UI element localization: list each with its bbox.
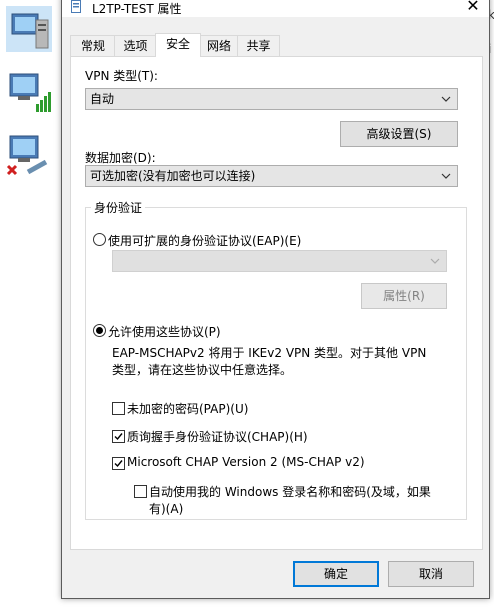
eap-properties-button[interactable]: 属性(R) xyxy=(361,283,447,309)
protocols-radio-label[interactable]: 允许使用这些协议(P) xyxy=(108,323,221,340)
eap-method-select[interactable] xyxy=(112,250,447,272)
mschapv2-checkbox-label[interactable]: Microsoft CHAP Version 2 (MS-CHAP v2) xyxy=(127,455,365,469)
chevron-down-icon xyxy=(430,258,440,264)
properties-dialog: L2TP-TEST 属性 ✕ 常规 选项 安全 网络 共享 VPN 类型(T):… xyxy=(61,0,490,599)
checkmark-icon xyxy=(114,433,123,441)
chap-checkbox[interactable] xyxy=(112,430,125,443)
title-bar[interactable]: L2TP-TEST 属性 ✕ xyxy=(62,0,489,17)
cancel-button[interactable]: 取消 xyxy=(388,561,474,587)
vpn-type-value: 自动 xyxy=(90,92,115,106)
auto-windows-logon-label[interactable]: 自动使用我的 Windows 登录名称和密码(及域，如果 xyxy=(149,483,431,500)
pap-checkbox-label[interactable]: 未加密的密码(PAP)(U) xyxy=(127,400,248,417)
security-panel: VPN 类型(T): 自动 高级设置(S) 数据加密(D): 可选加密(没有加密… xyxy=(70,56,483,550)
advanced-settings-button[interactable]: 高级设置(S) xyxy=(340,121,458,147)
protocols-radio[interactable] xyxy=(93,324,106,337)
close-icon: ✕ xyxy=(466,0,480,15)
encryption-value: 可选加密(没有加密也可以连接) xyxy=(90,169,256,183)
chevron-down-icon xyxy=(441,96,451,102)
authentication-group-label: 身份验证 xyxy=(91,199,146,216)
explorer-background xyxy=(0,0,62,609)
eap-radio-label[interactable]: 使用可扩展的身份验证协议(EAP)(E) xyxy=(108,232,301,249)
chevron-down-icon xyxy=(441,173,451,179)
protocols-note: EAP-MSCHAPv2 将用于 IKEv2 VPN 类型。对于其他 VPN xyxy=(112,346,427,360)
tab-options[interactable]: 选项 xyxy=(114,35,157,56)
tab-sharing[interactable]: 共享 xyxy=(237,35,280,56)
vpn-type-label: VPN 类型(T): xyxy=(85,69,158,83)
disconnected-connection-icon[interactable] xyxy=(6,132,52,178)
eap-radio[interactable] xyxy=(93,233,106,246)
close-button[interactable]: ✕ xyxy=(463,0,483,15)
vpn-type-select[interactable]: 自动 xyxy=(85,88,458,110)
encryption-label: 数据加密(D): xyxy=(85,151,156,165)
tab-security[interactable]: 安全 xyxy=(155,33,201,57)
window-title: L2TP-TEST 属性 xyxy=(92,2,182,16)
computer-network-icon[interactable] xyxy=(6,6,52,52)
connection-icon[interactable] xyxy=(6,70,52,116)
tab-general[interactable]: 常规 xyxy=(70,35,116,56)
checkmark-icon xyxy=(114,460,123,468)
auto-windows-logon-checkbox[interactable] xyxy=(134,485,147,498)
chap-checkbox-label[interactable]: 质询握手身份验证协议(CHAP)(H) xyxy=(127,428,308,445)
ok-button[interactable]: 确定 xyxy=(293,561,379,587)
tab-networking[interactable]: 网络 xyxy=(199,35,239,56)
encryption-select[interactable]: 可选加密(没有加密也可以连接) xyxy=(85,165,458,187)
connection-properties-icon xyxy=(71,0,81,13)
pap-checkbox[interactable] xyxy=(112,402,125,415)
protocols-note: 类型，请在这些协议中任意选择。 xyxy=(112,363,293,377)
auto-windows-logon-label[interactable]: 有)(A) xyxy=(149,500,183,517)
mschapv2-checkbox[interactable] xyxy=(112,457,125,470)
